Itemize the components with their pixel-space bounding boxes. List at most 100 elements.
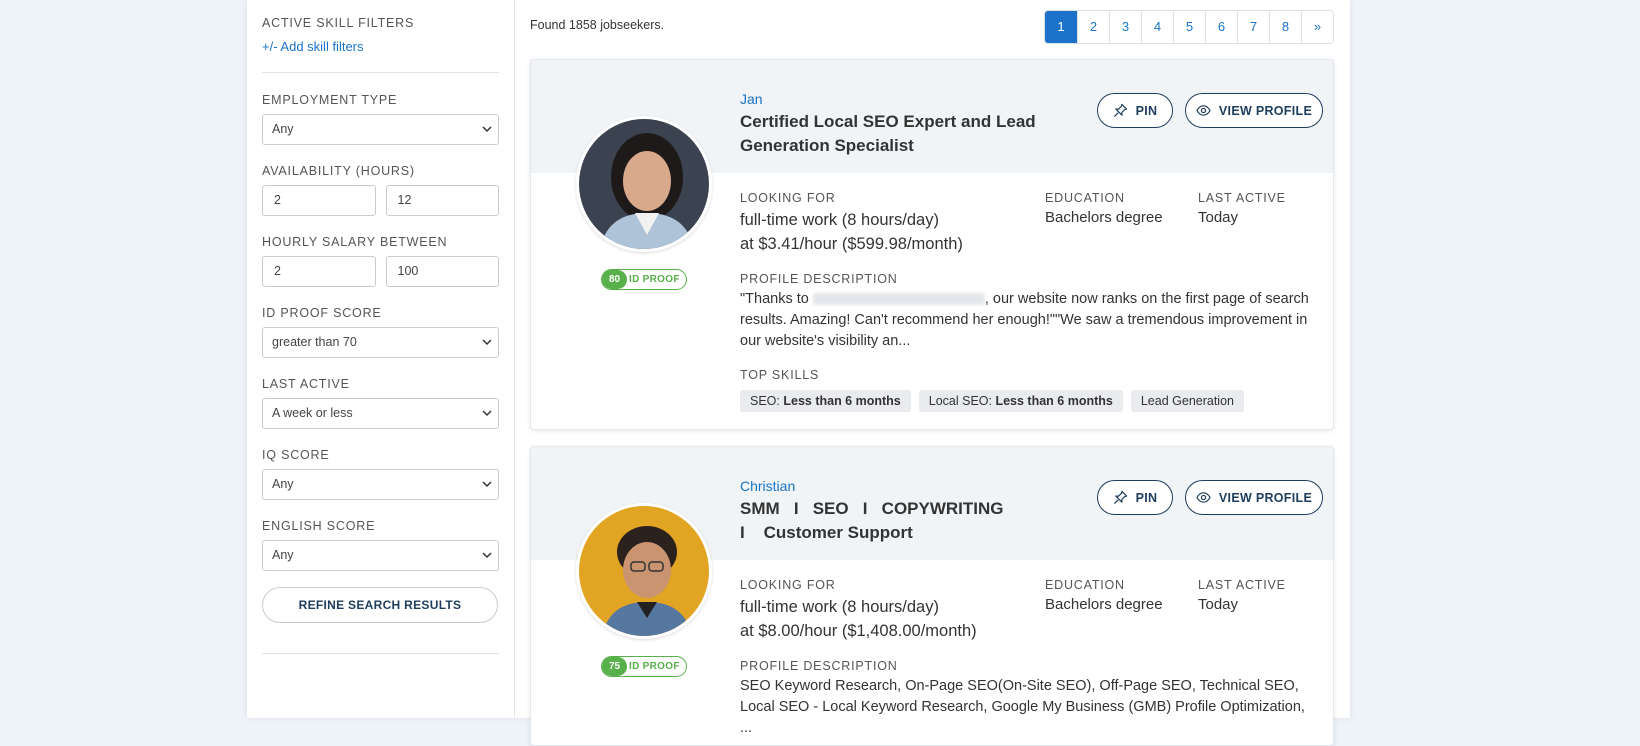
candidate-headline: SMM I SEO I COPYWRITING I Customer Suppo…	[740, 499, 1023, 542]
availability-label: AVAILABILITY (HOURS)	[262, 164, 415, 178]
skill-name: Lead Generation	[1140, 394, 1234, 408]
candidate-headline: Certified Local SEO Expert and Lead Gene…	[740, 112, 1036, 155]
chevron-down-icon	[482, 552, 492, 559]
results-topbar: Found 1858 jobseekers. 1 2 3 4 5 6 7 8 »	[530, 0, 1334, 52]
refine-search-button[interactable]: REFINE SEARCH RESULTS	[262, 587, 498, 623]
last-active-value: Today	[1198, 209, 1239, 226]
availability-max-input[interactable]: 12	[385, 185, 499, 216]
results-count: Found 1858 jobseekers.	[530, 18, 665, 32]
pin-label: PIN	[1135, 490, 1158, 505]
pin-button[interactable]: PIN	[1097, 93, 1173, 128]
page-container: ACTIVE SKILL FILTERS +/- Add skill filte…	[247, 0, 1350, 746]
looking-for-hours: full-time work (8 hours/day)	[740, 598, 939, 616]
pagination: 1 2 3 4 5 6 7 8 »	[1044, 10, 1334, 44]
view-profile-button[interactable]: VIEW PROFILE	[1185, 93, 1323, 128]
skills-list: SEO: Less than 6 months Local SEO: Less …	[740, 390, 1244, 412]
view-profile-button[interactable]: VIEW PROFILE	[1185, 480, 1323, 515]
page-8-link[interactable]: 8	[1269, 11, 1301, 43]
profile-description: "Thanks to , our website now ranks on th…	[740, 289, 1320, 352]
candidate-card: 80 ID PROOF Jan Certified Local SEO Expe…	[530, 59, 1334, 430]
id-proof-filter: ID PROOF SCORE greater than 70	[262, 306, 499, 358]
top-skills-label: TOP SKILLS	[740, 368, 820, 382]
id-proof-value: greater than 70	[272, 335, 357, 349]
avatar[interactable]	[576, 116, 712, 252]
profile-description-label: PROFILE DESCRIPTION	[740, 659, 898, 673]
candidate-name[interactable]: Jan	[740, 91, 763, 107]
page-6-link[interactable]: 6	[1205, 11, 1237, 43]
salary-max-input[interactable]: 100	[385, 256, 499, 287]
page-7-link[interactable]: 7	[1237, 11, 1269, 43]
skill-name: Local SEO:	[928, 394, 992, 408]
id-proof-select[interactable]: greater than 70	[262, 327, 499, 358]
availability-min-input[interactable]: 2	[262, 185, 376, 216]
education-value: Bachelors degree	[1045, 209, 1163, 226]
english-score-label: ENGLISH SCORE	[262, 519, 376, 533]
profile-description: SEO Keyword Research, On-Page SEO(On-Sit…	[740, 678, 1305, 736]
employment-type-value: Any	[272, 122, 294, 136]
page-1-link[interactable]: 1	[1045, 11, 1077, 43]
looking-for-rate: at $8.00/hour ($1,408.00/month)	[740, 622, 977, 640]
id-proof-score: 80	[602, 270, 627, 289]
salary-filter: HOURLY SALARY BETWEEN 2 100	[262, 235, 499, 287]
chevron-down-icon	[482, 126, 492, 133]
eye-icon	[1196, 492, 1211, 503]
last-active-filter: LAST ACTIVE A week or less	[262, 377, 499, 429]
employment-type-label: EMPLOYMENT TYPE	[262, 93, 398, 107]
next-page-link[interactable]: »	[1301, 11, 1333, 43]
education-value: Bachelors degree	[1045, 596, 1163, 613]
view-profile-label: VIEW PROFILE	[1218, 103, 1313, 118]
looking-for-label: LOOKING FOR	[740, 578, 836, 592]
pin-icon	[1113, 490, 1127, 505]
availability-filter: AVAILABILITY (HOURS) 2 12	[262, 164, 499, 216]
results-main: Found 1858 jobseekers. 1 2 3 4 5 6 7 8 »	[515, 0, 1350, 746]
salary-label: HOURLY SALARY BETWEEN	[262, 235, 448, 249]
divider	[262, 72, 499, 73]
page-3-link[interactable]: 3	[1109, 11, 1141, 43]
candidate-card: 75 ID PROOF Christian SMM I SEO I COPYWR…	[530, 446, 1334, 746]
candidate-name[interactable]: Christian	[740, 478, 795, 494]
eye-icon	[1196, 105, 1211, 116]
iq-score-filter: IQ SCORE Any	[262, 448, 499, 500]
last-active-select[interactable]: A week or less	[262, 398, 499, 429]
last-active-label: LAST ACTIVE	[1198, 191, 1286, 205]
last-active-label: LAST ACTIVE	[1198, 578, 1286, 592]
chevron-down-icon	[482, 410, 492, 417]
skill-chip: Lead Generation	[1130, 390, 1244, 412]
filter-sidebar: ACTIVE SKILL FILTERS +/- Add skill filte…	[247, 0, 515, 718]
pin-icon	[1113, 103, 1127, 118]
looking-for-label: LOOKING FOR	[740, 191, 836, 205]
pin-button[interactable]: PIN	[1097, 480, 1173, 515]
id-proof-label: ID PROOF	[629, 661, 680, 672]
skill-level: Less than 6 months	[783, 394, 901, 408]
education-label: EDUCATION	[1045, 578, 1125, 592]
iq-score-select[interactable]: Any	[262, 469, 499, 500]
salary-min-input[interactable]: 2	[262, 256, 376, 287]
avatar-image	[579, 506, 709, 636]
looking-for-rate: at $3.41/hour ($599.98/month)	[740, 235, 963, 253]
employment-type-select[interactable]: Any	[262, 114, 499, 145]
skill-level: Less than 6 months	[995, 394, 1113, 408]
id-proof-label: ID PROOF	[629, 274, 680, 285]
skill-chip: SEO: Less than 6 months	[740, 390, 911, 412]
page-5-link[interactable]: 5	[1173, 11, 1205, 43]
last-active-label: LAST ACTIVE	[262, 377, 350, 391]
chevron-down-icon	[482, 481, 492, 488]
view-profile-label: VIEW PROFILE	[1218, 490, 1313, 505]
skill-name: SEO:	[750, 394, 780, 408]
add-skill-filters-link[interactable]: +/- Add skill filters	[262, 39, 499, 54]
english-score-select[interactable]: Any	[262, 540, 499, 571]
id-proof-score: 75	[602, 657, 627, 676]
id-proof-label: ID PROOF SCORE	[262, 306, 382, 320]
chevron-down-icon	[482, 339, 492, 346]
id-proof-badge: 80 ID PROOF	[601, 269, 687, 290]
divider	[262, 653, 499, 654]
education-label: EDUCATION	[1045, 191, 1125, 205]
avatar[interactable]	[576, 503, 712, 639]
english-score-value: Any	[272, 548, 294, 562]
profile-description-label: PROFILE DESCRIPTION	[740, 272, 898, 286]
page-4-link[interactable]: 4	[1141, 11, 1173, 43]
id-proof-badge: 75 ID PROOF	[601, 656, 687, 677]
iq-score-value: Any	[272, 477, 294, 491]
page-2-link[interactable]: 2	[1077, 11, 1109, 43]
looking-for-hours: full-time work (8 hours/day)	[740, 211, 939, 229]
